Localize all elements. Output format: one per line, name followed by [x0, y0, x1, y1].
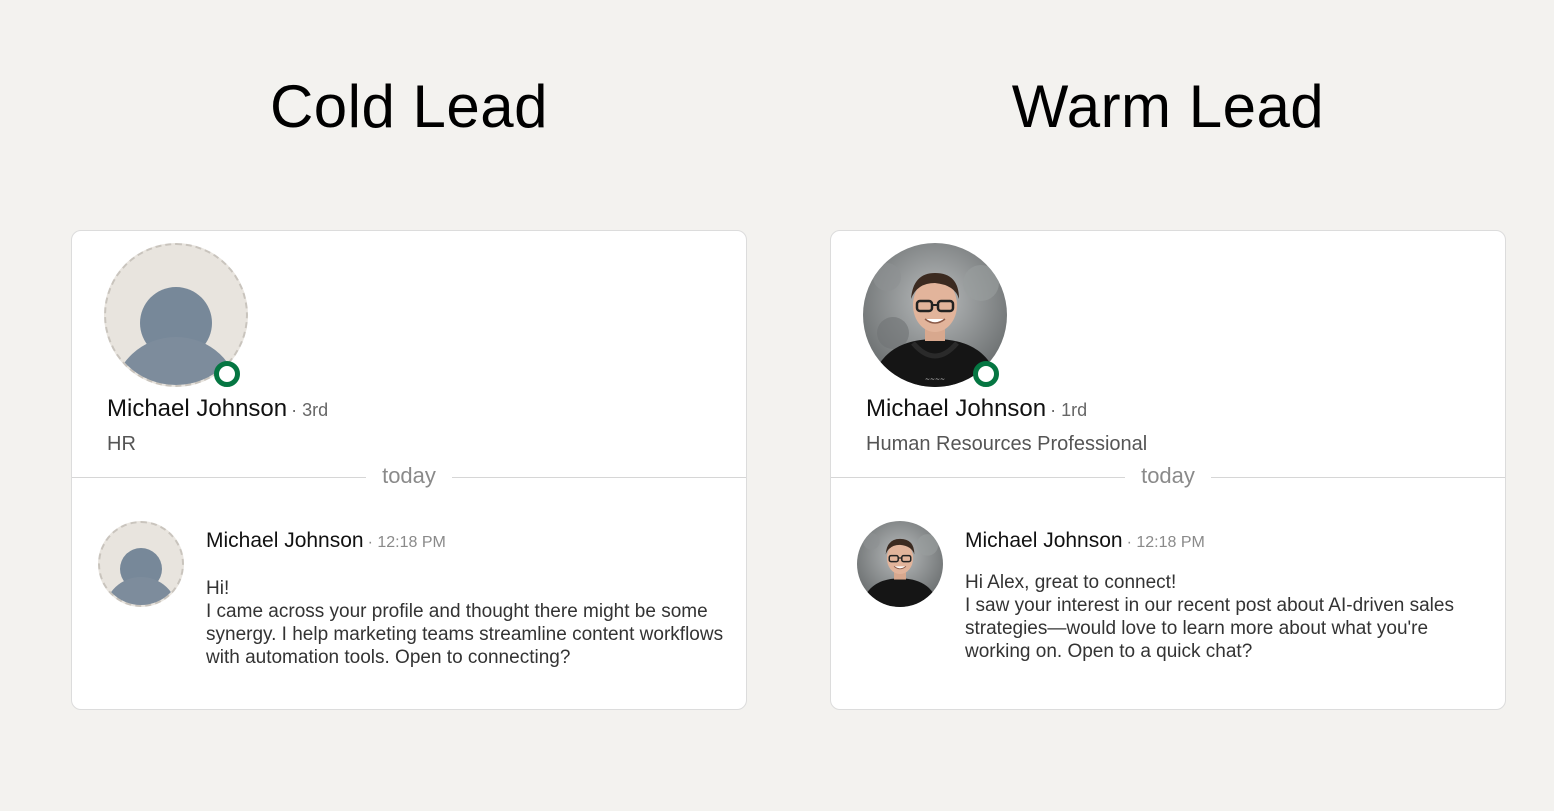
person-photo-icon: [857, 521, 943, 607]
message-line: I came across your profile and thought t…: [206, 601, 724, 668]
message-line: Hi!: [206, 578, 230, 599]
sender-avatar-photo[interactable]: [857, 521, 943, 607]
sender-avatar-placeholder[interactable]: [98, 521, 184, 607]
message-line: Hi Alex, great to connect!: [965, 572, 1177, 593]
profile-headline: Human Resources Professional: [866, 433, 1148, 455]
connection-degree: · 1rd: [1050, 400, 1088, 420]
sender-name[interactable]: Michael Johnson: [206, 529, 364, 552]
profile-name-text: Michael Johnson: [107, 395, 288, 422]
message-body: Hi! I came across your profile and thoug…: [206, 577, 736, 669]
warm-lead-card: ~~~~ Michael Johnson · 1rd Human Resource…: [830, 230, 1506, 710]
message-body: Hi Alex, great to connect! I saw your in…: [965, 571, 1495, 663]
connection-degree: · 3rd: [291, 400, 329, 420]
profile-name[interactable]: Michael Johnson · 1rd: [866, 395, 1087, 423]
online-status-icon: [973, 361, 999, 387]
svg-text:~~~~: ~~~~: [925, 376, 945, 383]
sender-name[interactable]: Michael Johnson: [965, 529, 1123, 552]
message-timestamp: · 12:18 PM: [1126, 534, 1205, 551]
person-silhouette-icon: [105, 548, 177, 605]
warm-lead-title: Warm Lead: [1011, 73, 1325, 140]
message-line: I saw your interest in our recent post a…: [965, 595, 1454, 662]
date-divider-label: today: [1125, 463, 1211, 488]
message-header: Michael Johnson · 12:18 PM: [965, 529, 1205, 553]
online-status-icon: [214, 361, 240, 387]
message-header: Michael Johnson · 12:18 PM: [206, 529, 446, 553]
profile-name-text: Michael Johnson: [866, 395, 1047, 422]
date-divider: today: [72, 463, 746, 489]
cold-lead-title: Cold Lead: [269, 73, 549, 140]
message-timestamp: · 12:18 PM: [367, 534, 446, 551]
date-divider: today: [831, 463, 1505, 489]
profile-name[interactable]: Michael Johnson · 3rd: [107, 395, 328, 423]
cold-lead-card: Michael Johnson · 3rd HR today Michael Jo…: [71, 230, 747, 710]
profile-headline: HR: [107, 433, 136, 455]
date-divider-label: today: [366, 463, 452, 488]
